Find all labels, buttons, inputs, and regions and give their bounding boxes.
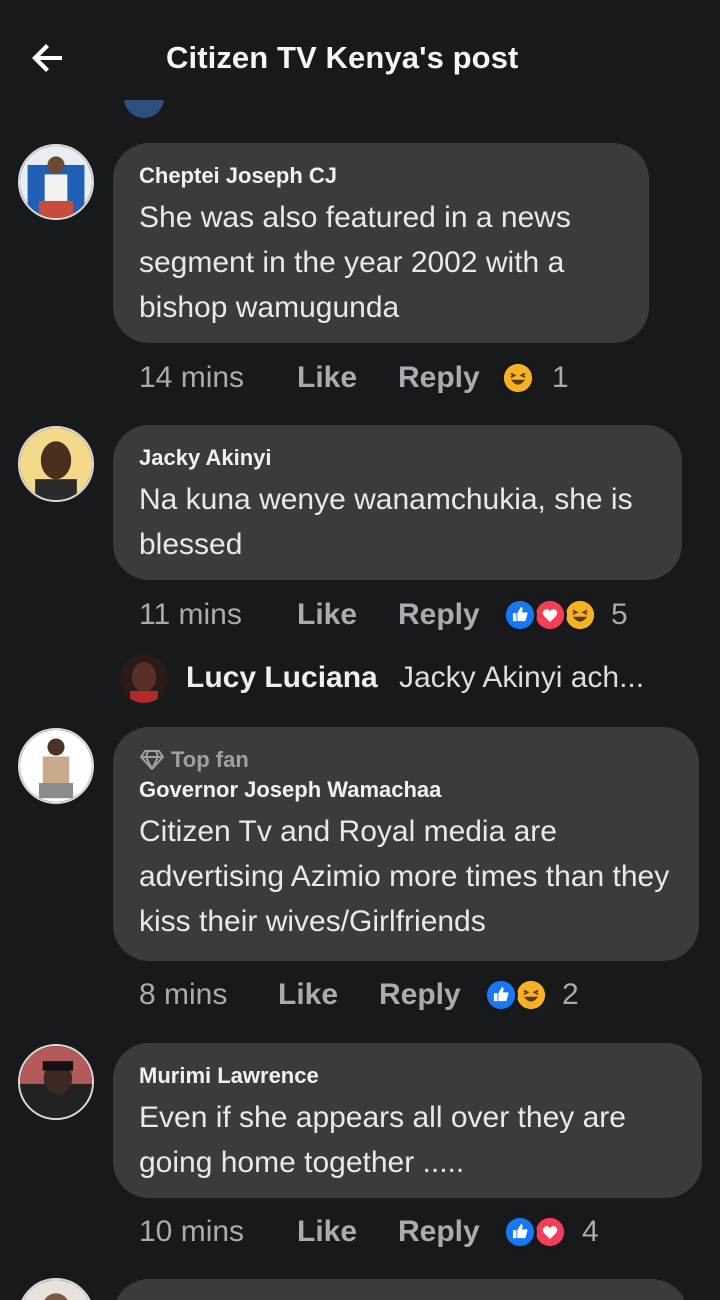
avatar-governor-joseph[interactable] [18, 728, 94, 804]
comment-time: 11 mins [139, 598, 242, 631]
haha-reaction-icon [501, 361, 535, 395]
comment-actions: 11 mins Like Reply 5 [139, 595, 699, 635]
avatar-murimi-lawrence[interactable] [18, 1044, 94, 1120]
reaction-count: 4 [582, 1215, 599, 1248]
page-title: Citizen TV Kenya's post [166, 40, 519, 75]
comment-text: She was also featured in a news segment … [139, 201, 571, 324]
like-reaction-icon [503, 598, 537, 632]
arrow-left-icon [32, 44, 62, 72]
reply-button[interactable]: Reply [398, 358, 480, 398]
top-fan-label: Top fan [171, 747, 249, 772]
like-button[interactable]: Like [297, 1212, 357, 1252]
reply-author[interactable]: Lucy Luciana [186, 661, 378, 695]
comment-bubble[interactable]: Murimi Lawrence Even if she appears all … [113, 1043, 702, 1198]
avatar-lucy-luciana[interactable] [120, 655, 168, 703]
comment-author[interactable]: Cheptei Joseph CJ [139, 161, 623, 191]
comment-actions: 8 mins Like Reply 2 [139, 975, 699, 1015]
header-bar: Citizen TV Kenya's post [0, 0, 720, 120]
previous-comment-avatar [124, 100, 164, 118]
comment-text: Citizen Tv and Royal media are advertisi… [139, 815, 670, 938]
comment-text: Na kuna wenye wanamchukia, she is blesse… [139, 483, 633, 561]
comment-author[interactable]: Murimi Lawrence [139, 1061, 676, 1091]
like-reaction-icon [503, 1215, 537, 1249]
back-button[interactable] [22, 34, 74, 82]
like-button[interactable]: Like [278, 975, 338, 1015]
avatar-next-comment[interactable] [18, 1278, 94, 1300]
avatar-cheptei-joseph[interactable] [18, 144, 94, 220]
comment-bubble[interactable]: Cheptei Joseph CJ She was also featured … [113, 143, 649, 343]
top-fan-badge: Top fan [139, 745, 673, 775]
comment-time: 10 mins [139, 1215, 245, 1248]
like-button[interactable]: Like [297, 358, 357, 398]
comment-author[interactable]: Jacky Akinyi [139, 443, 656, 473]
reply-preview[interactable]: Lucy Luciana Jacky Akinyi ach... [120, 655, 700, 705]
diamond-icon [140, 750, 164, 770]
comment-bubble[interactable]: Jacky Akinyi Na kuna wenye wanamchukia, … [113, 425, 682, 580]
like-reaction-icon [484, 978, 518, 1012]
reply-button[interactable]: Reply [398, 595, 480, 635]
comment-time: 8 mins [139, 978, 228, 1011]
comment-actions: 10 mins Like Reply 4 [139, 1212, 699, 1252]
comment-time: 14 mins [139, 361, 245, 394]
love-reaction-icon [533, 598, 567, 632]
comment-bubble-partial[interactable] [113, 1279, 688, 1300]
comment-text: Even if she appears all over they are go… [139, 1101, 626, 1179]
reply-button[interactable]: Reply [379, 975, 461, 1015]
love-reaction-icon [533, 1215, 567, 1249]
reaction-count: 5 [611, 598, 628, 631]
comment-actions: 14 mins Like Reply 1 [139, 358, 699, 398]
like-button[interactable]: Like [297, 595, 357, 635]
comment-author[interactable]: Governor Joseph Wamachaa [139, 775, 673, 805]
comments-screen: Citizen TV Kenya's post Cheptei Joseph C… [0, 0, 720, 1300]
reaction-count: 2 [562, 978, 579, 1011]
reaction-count: 1 [552, 361, 569, 394]
haha-reaction-icon [514, 978, 548, 1012]
avatar-jacky-akinyi[interactable] [18, 426, 94, 502]
haha-reaction-icon [563, 598, 597, 632]
reply-button[interactable]: Reply [398, 1212, 480, 1252]
reply-text: Jacky Akinyi ach... [399, 661, 645, 694]
comment-bubble[interactable]: Top fan Governor Joseph Wamachaa Citizen… [113, 727, 699, 961]
